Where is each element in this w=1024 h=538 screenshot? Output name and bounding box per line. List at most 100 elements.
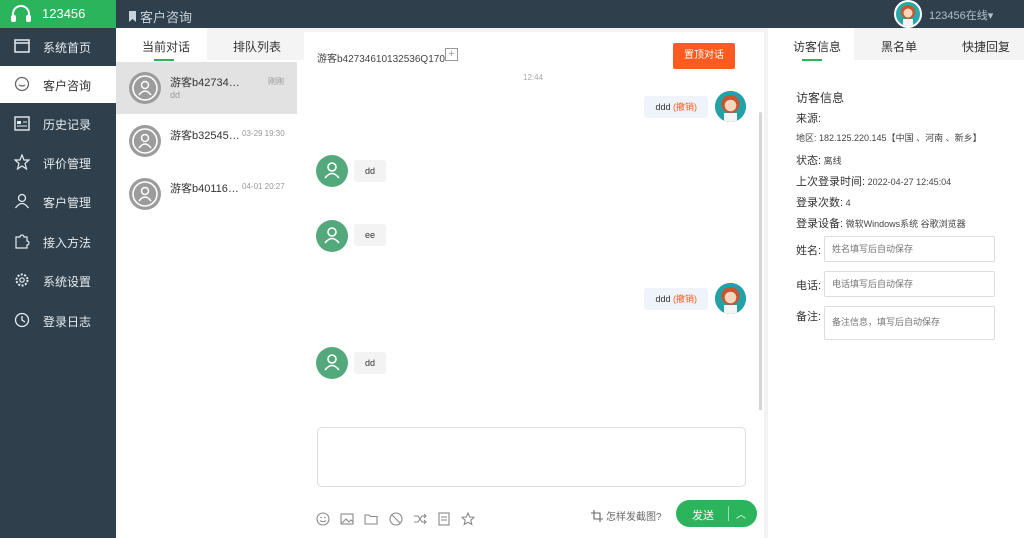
sidebar-item-consult[interactable]: 客户咨询 — [0, 66, 116, 103]
visitor-avatar — [316, 220, 348, 252]
note-field-label: 备注: — [796, 311, 822, 323]
message-list: 12:44 ddd (撤销) dd ee ddd (撤销) dd — [304, 72, 764, 436]
folder-icon[interactable] — [364, 512, 378, 526]
sidebar-item-history[interactable]: 历史记录 — [0, 105, 116, 142]
add-icon[interactable]: + — [445, 48, 458, 61]
star-outline-icon[interactable] — [461, 512, 475, 526]
conversation-item[interactable]: 游客b4273461... 刚刚 dd — [116, 62, 297, 114]
active-tab-indicator — [802, 59, 822, 61]
phone-field-label: 电话: — [796, 280, 822, 292]
login-count-label: 登录次数: — [796, 197, 844, 209]
brand: 123456 — [0, 0, 116, 28]
page-title-text: 客户咨询 — [140, 10, 193, 25]
sidebar: 系统首页 客户咨询 历史记录 评价管理 客户管理 接入方法 系统设置 登录日志 — [0, 28, 116, 538]
conversation-item[interactable]: 游客b4011602... 04-01 20:27 — [116, 168, 297, 220]
status-label: 状态: — [796, 155, 822, 167]
gear-icon — [14, 272, 30, 288]
send-separator — [728, 506, 729, 521]
visitor-message: ee — [354, 224, 387, 246]
monitor-icon — [14, 38, 30, 54]
name-field-label: 姓名: — [796, 245, 822, 257]
message-scrollbar[interactable] — [759, 112, 762, 426]
sidebar-item-integration[interactable]: 接入方法 — [0, 223, 116, 260]
name-input[interactable] — [824, 236, 995, 262]
message-input[interactable] — [317, 427, 746, 487]
last-login-label: 上次登录时间: — [796, 176, 866, 188]
chat-header: 游客b42734610132536Q170 + 置顶对话 — [304, 32, 764, 72]
visitor-avatar — [129, 125, 161, 157]
phone-input[interactable] — [824, 271, 995, 297]
agent-message: ddd (撤销) — [644, 96, 708, 118]
agent-message: ddd (撤销) — [644, 288, 708, 310]
region-text: 地区: 182.125.220.145【中国 、河南 、新乡】 — [796, 133, 982, 143]
visitor-avatar — [129, 178, 161, 210]
sidebar-item-label: 接入方法 — [43, 236, 92, 250]
sidebar-item-customers[interactable]: 客户管理 — [0, 183, 116, 220]
transfer-icon[interactable] — [413, 512, 427, 526]
sidebar-item-login-log[interactable]: 登录日志 — [0, 302, 116, 339]
visitor-avatar — [316, 155, 348, 187]
sidebar-item-label: 系统首页 — [43, 41, 92, 55]
star-icon — [14, 154, 30, 170]
visitor-avatar — [129, 72, 161, 104]
chat-bubble-icon — [14, 76, 30, 92]
chevron-up-icon[interactable]: ︿ — [736, 506, 746, 521]
visitor-info-panel: 访客信息 黑名单 快捷回复 访客信息 来源: 地区: 182.125.220.1… — [768, 28, 1024, 538]
screenshot-help-link[interactable]: 怎样发截图? — [591, 508, 662, 523]
tab-visitor-info[interactable]: 访客信息 — [793, 38, 841, 55]
visitor-message: dd — [354, 352, 387, 374]
smiley-icon[interactable] — [316, 512, 330, 526]
page-title: 客户咨询 — [128, 7, 192, 26]
conversation-panel: 当前对话 排队列表 游客b4273461... 刚刚 dd 游客b3254566… — [116, 28, 304, 538]
last-login-value: 2022-04-27 12:45:04 — [867, 177, 952, 187]
pin-conversation-button[interactable]: 置顶对话 — [673, 43, 735, 69]
conversation-item[interactable]: 游客b3254566... 03-29 19:30 — [116, 115, 297, 167]
sidebar-item-label: 历史记录 — [43, 118, 92, 132]
tab-quick-reply[interactable]: 快捷回复 — [962, 38, 1010, 55]
conversation-time: 03-29 19:30 — [242, 129, 285, 138]
send-button-label: 发送 — [692, 510, 714, 522]
sidebar-item-rating[interactable]: 评价管理 — [0, 144, 116, 181]
sidebar-item-home[interactable]: 系统首页 — [0, 28, 116, 65]
image-icon[interactable] — [340, 512, 354, 526]
caret-down-icon: ▾ — [987, 10, 994, 22]
bookmark-icon — [128, 11, 137, 22]
conversation-name: 游客b4273461... — [170, 77, 242, 89]
sidebar-item-label: 客户咨询 — [43, 79, 92, 93]
status-value: 离线 — [823, 156, 842, 166]
crop-icon — [591, 509, 603, 522]
sidebar-item-settings[interactable]: 系统设置 — [0, 262, 116, 299]
tab-blacklist[interactable]: 黑名单 — [881, 38, 917, 55]
top-bar: 123456 客户咨询 123456在线▾ — [0, 0, 1024, 28]
sidebar-item-label: 客户管理 — [43, 196, 92, 210]
agent-avatar[interactable] — [894, 0, 922, 28]
send-button[interactable]: 发送 ︿ — [676, 500, 757, 527]
agent-avatar — [715, 91, 746, 122]
sidebar-item-label: 登录日志 — [43, 315, 92, 329]
tab-queue-list[interactable]: 排队列表 — [233, 38, 281, 55]
conversation-time: 04-01 20:27 — [242, 182, 285, 191]
visitor-id: 游客b42734610132536Q170 — [317, 54, 445, 65]
user-icon — [14, 193, 30, 209]
user-status-text: 123456在线 — [929, 10, 988, 22]
block-icon[interactable] — [389, 512, 403, 526]
message-text: ddd — [655, 102, 671, 112]
device-value: 微软Windows系统 谷歌浏览器 — [845, 219, 966, 229]
tab-current-conversations[interactable]: 当前对话 — [142, 38, 190, 55]
app-name: 123456 — [42, 6, 86, 21]
conversation-preview: dd — [170, 90, 181, 100]
conversation-name: 游客b3254566... — [170, 130, 242, 142]
active-tab-indicator — [154, 59, 174, 61]
headset-icon — [10, 4, 32, 24]
agent-avatar — [715, 283, 746, 314]
note-input[interactable] — [824, 306, 995, 340]
calendar-icon — [14, 115, 30, 131]
sidebar-item-label: 评价管理 — [43, 157, 92, 171]
conversation-name: 游客b4011602... — [170, 183, 242, 195]
source-label: 来源: — [796, 113, 822, 125]
message-text: ddd — [655, 294, 671, 304]
invoice-icon[interactable] — [437, 512, 451, 526]
revoke-link[interactable]: (撤销) — [673, 294, 697, 304]
user-status-dropdown[interactable]: 123456在线▾ — [929, 7, 993, 23]
revoke-link[interactable]: (撤销) — [673, 102, 697, 112]
